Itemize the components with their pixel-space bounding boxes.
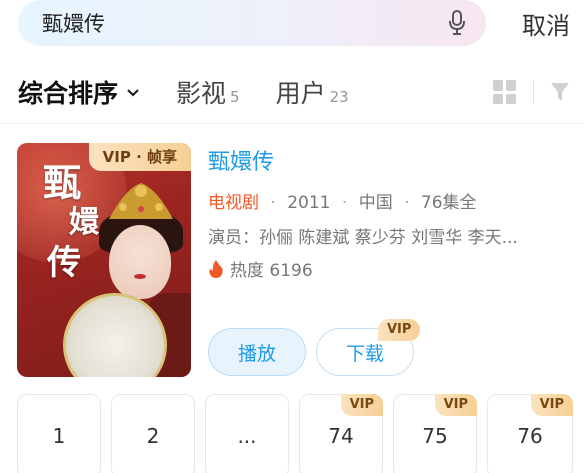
search-bar[interactable]: 甄嬛传 bbox=[18, 0, 486, 46]
episode-label: 75 bbox=[422, 424, 448, 448]
episode-label: 1 bbox=[52, 424, 66, 448]
episode-label: 2 bbox=[146, 424, 160, 448]
result-meta: 电视剧 · 2011 · 中国 · 76集全 bbox=[208, 193, 477, 213]
result-episodes: 76集全 bbox=[420, 193, 477, 213]
tab-users-label: 用户 bbox=[275, 79, 326, 108]
tab-users[interactable]: 用户 23 bbox=[276, 74, 349, 110]
poster-image[interactable]: 甄 嬛 传 VIP · 帧享 bbox=[17, 143, 191, 377]
tab-film-label: 影视 bbox=[176, 79, 227, 108]
episode-button[interactable]: ... bbox=[205, 394, 289, 473]
chevron-down-icon bbox=[126, 85, 140, 99]
episode-label: ... bbox=[237, 424, 257, 448]
tab-users-count: 23 bbox=[329, 88, 349, 106]
flame-icon bbox=[208, 259, 224, 279]
episode-vip-badge: VIP bbox=[530, 394, 573, 416]
tab-film-count: 5 bbox=[230, 88, 240, 106]
filter-icon[interactable] bbox=[550, 81, 570, 103]
result-heat: 热度 6196 bbox=[208, 256, 584, 281]
result-region: 中国 bbox=[358, 193, 393, 213]
play-button[interactable]: 播放 bbox=[208, 328, 306, 376]
episode-button[interactable]: 75 VIP bbox=[393, 394, 477, 473]
episode-button[interactable]: 1 bbox=[17, 394, 101, 473]
poster-calligraphy: 甄 嬛 传 bbox=[43, 160, 101, 284]
result-year: 2011 bbox=[287, 193, 331, 213]
result-info: 甄嬛传 电视剧 · 2011 · 中国 · 76集全 演员：孙俪 陈建斌 蔡少芬… bbox=[208, 144, 584, 281]
result-type: 电视剧 bbox=[208, 193, 259, 213]
sort-dropdown[interactable]: 综合排序 bbox=[18, 74, 140, 110]
episode-button[interactable]: 2 bbox=[111, 394, 195, 473]
filter-tabs: 综合排序 影视 5 用户 23 bbox=[18, 72, 584, 112]
cancel-button[interactable]: 取消 bbox=[522, 6, 570, 41]
tab-film[interactable]: 影视 5 bbox=[176, 74, 240, 110]
episode-vip-badge: VIP bbox=[340, 394, 383, 416]
mic-icon[interactable] bbox=[446, 9, 468, 37]
episode-label: 76 bbox=[517, 424, 543, 448]
sort-label: 综合排序 bbox=[18, 79, 119, 108]
heat-value: 热度 6196 bbox=[230, 261, 313, 281]
episode-button[interactable]: 76 VIP bbox=[487, 394, 573, 473]
view-tools bbox=[493, 80, 570, 104]
poster-vip-badge: VIP · 帧享 bbox=[88, 143, 191, 171]
result-cast: 演员：孙俪 陈建斌 蔡少芬 刘雪华 李天... bbox=[208, 228, 518, 248]
tabs-divider bbox=[0, 123, 584, 124]
crown-decoration bbox=[109, 183, 173, 219]
result-title[interactable]: 甄嬛传 bbox=[208, 144, 584, 176]
episode-vip-badge: VIP bbox=[434, 394, 477, 416]
grid-view-icon[interactable] bbox=[493, 80, 517, 104]
episode-button[interactable]: 74 VIP bbox=[299, 394, 383, 473]
episode-label: 74 bbox=[328, 424, 354, 448]
download-vip-badge: VIP bbox=[378, 319, 421, 341]
search-input[interactable]: 甄嬛传 bbox=[42, 8, 446, 38]
tool-divider bbox=[533, 81, 534, 103]
